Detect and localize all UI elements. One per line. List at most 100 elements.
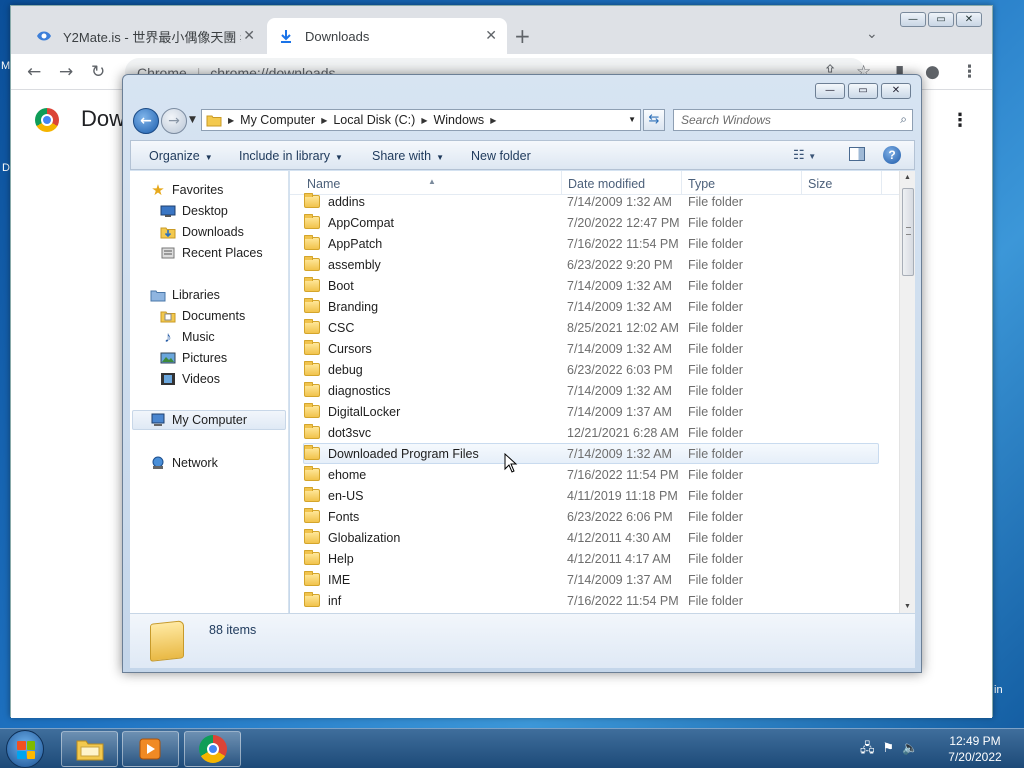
file-name: Globalization <box>328 530 401 545</box>
tab-downloads-close-icon[interactable]: ✕ <box>485 27 497 44</box>
column-date-modified[interactable]: Date modified <box>568 177 645 191</box>
file-type: File folder <box>688 593 743 608</box>
scroll-grip-icon <box>906 227 911 235</box>
explorer-maximize-button[interactable]: ▭ <box>848 83 878 99</box>
change-view-icon[interactable]: ☷ ▼ <box>793 147 816 163</box>
recent-pages-dropdown-icon[interactable]: ▼ <box>189 115 196 125</box>
vertical-scrollbar[interactable]: ▲ ▼ <box>899 171 915 613</box>
folder-icon <box>304 424 320 439</box>
file-row[interactable]: CSC 8/25/2021 12:02 AM File folder <box>303 317 879 338</box>
column-type[interactable]: Type <box>688 177 715 191</box>
folder-icon <box>304 403 320 418</box>
chrome-maximize-button[interactable]: ▭ <box>928 12 954 27</box>
new-folder-button[interactable]: New folder <box>471 149 531 163</box>
nav-network[interactable]: Network <box>150 453 218 473</box>
scroll-down-arrow-icon[interactable]: ▼ <box>904 603 911 610</box>
downloads-menu-icon[interactable]: ⋮ <box>951 110 969 131</box>
back-button[interactable]: ← <box>133 108 159 134</box>
breadcrumb-separator-icon: ▶ <box>490 115 497 125</box>
taskbar-media-player-button[interactable] <box>122 731 179 767</box>
address-dropdown-icon[interactable]: ▼ <box>628 115 636 124</box>
forward-arrow-icon[interactable]: → <box>59 62 73 82</box>
include-in-library-label: Include in library <box>239 149 331 163</box>
breadcrumb-separator-icon: ▶ <box>421 115 428 125</box>
explorer-close-button[interactable]: ✕ <box>881 83 911 99</box>
file-row[interactable]: Fonts 6/23/2022 6:06 PM File folder <box>303 506 879 527</box>
nav-music[interactable]: ♪ Music <box>160 327 214 347</box>
star-icon: ★ <box>151 182 165 199</box>
file-row[interactable]: debug 6/23/2022 6:03 PM File folder <box>303 359 879 380</box>
nav-favorites[interactable]: ★ Favorites <box>150 180 223 200</box>
y2mate-favicon-icon <box>35 27 53 45</box>
system-tray-icons[interactable]: 🖧⚑🔈 <box>860 739 926 761</box>
tab-y2mate[interactable]: Y2Mate.is - 世界最小偶像天團 # ✕ <box>25 18 265 54</box>
share-with-label: Share with <box>372 149 432 163</box>
file-row[interactable]: Cursors 7/14/2009 1:32 AM File folder <box>303 338 879 359</box>
nav-recent-places[interactable]: Recent Places <box>160 243 263 263</box>
file-row[interactable]: assembly 6/23/2022 9:20 PM File folder <box>303 254 879 275</box>
file-row[interactable]: ehome 7/16/2022 11:54 PM File folder <box>303 464 879 485</box>
nav-pictures[interactable]: Pictures <box>160 348 227 368</box>
breadcrumb-windows[interactable]: Windows <box>433 113 484 127</box>
profile-avatar-icon[interactable]: ● <box>925 62 940 82</box>
help-icon[interactable]: ? <box>883 146 901 164</box>
file-row[interactable]: Branding 7/14/2009 1:32 AM File folder <box>303 296 879 317</box>
file-row[interactable]: inf 7/16/2022 11:54 PM File folder <box>303 590 879 611</box>
file-row[interactable]: addins 7/14/2009 1:32 AM File folder <box>303 191 879 212</box>
chrome-minimize-button[interactable]: — <box>900 12 926 27</box>
file-row[interactable]: dot3svc 12/21/2021 6:28 AM File folder <box>303 422 879 443</box>
taskbar-clock[interactable]: 12:49 PM 7/20/2022 <box>940 733 1010 765</box>
nav-documents[interactable]: Documents <box>160 306 245 326</box>
file-row[interactable]: Boot 7/14/2009 1:32 AM File folder <box>303 275 879 296</box>
back-arrow-icon[interactable]: ← <box>27 62 41 82</box>
file-row[interactable]: Globalization 4/12/2011 4:30 AM File folde… <box>303 527 879 548</box>
folder-icon <box>304 340 320 355</box>
file-row[interactable]: Help 4/12/2011 4:17 AM File folder <box>303 548 879 569</box>
tab-search-chevron-icon[interactable]: ⌄ <box>866 26 878 42</box>
column-name[interactable]: Name <box>307 177 340 191</box>
file-row[interactable]: AppCompat 7/20/2022 12:47 PM File folder <box>303 212 879 233</box>
file-date-modified: 7/14/2009 1:32 AM <box>567 278 672 293</box>
tab-y2mate-close-icon[interactable]: ✕ <box>243 27 255 44</box>
start-button[interactable] <box>6 730 44 768</box>
scrollbar-thumb[interactable] <box>902 188 914 276</box>
media-player-icon <box>139 738 160 760</box>
preview-pane-icon[interactable] <box>849 147 865 161</box>
forward-button[interactable]: → <box>161 108 187 134</box>
file-row[interactable]: DigitalLocker 7/14/2009 1:37 AM File folde… <box>303 401 879 422</box>
download-arrow-icon <box>277 27 295 45</box>
taskbar-explorer-button[interactable] <box>61 731 118 767</box>
share-with-button[interactable]: Share with ▼ <box>372 149 444 163</box>
address-bar[interactable]: ▶ My Computer ▶ Local Disk (C:) ▶ Window… <box>201 109 641 131</box>
file-type: File folder <box>688 257 743 272</box>
nav-downloads[interactable]: Downloads <box>160 222 244 242</box>
taskbar-chrome-button[interactable] <box>184 731 241 767</box>
file-row[interactable]: Downloaded Program Files 7/14/2009 1:32 A… <box>303 443 879 464</box>
reload-icon[interactable]: ↻ <box>91 62 105 82</box>
nav-desktop[interactable]: Desktop <box>160 201 228 221</box>
tab-downloads[interactable]: Downloads ✕ <box>267 18 507 54</box>
chrome-menu-icon[interactable]: ⋮ <box>961 62 978 82</box>
breadcrumb-local-disk[interactable]: Local Disk (C:) <box>333 113 415 127</box>
organize-button[interactable]: Organize ▼ <box>149 149 213 163</box>
breadcrumb-my-computer[interactable]: My Computer <box>240 113 315 127</box>
file-row[interactable]: IME 7/14/2009 1:37 AM File folder <box>303 569 879 590</box>
chrome-close-button[interactable]: ✕ <box>956 12 982 27</box>
column-size[interactable]: Size <box>808 177 832 191</box>
file-row[interactable]: en-US 4/11/2019 11:18 PM File folder <box>303 485 879 506</box>
new-tab-button[interactable]: + <box>514 24 531 48</box>
search-input[interactable]: Search Windows ⌕ <box>673 109 913 131</box>
refresh-button[interactable]: ⇆ <box>643 109 665 131</box>
large-folder-icon <box>150 620 184 662</box>
scroll-up-arrow-icon[interactable]: ▲ <box>904 174 911 181</box>
nav-my-computer[interactable]: My Computer <box>132 410 286 430</box>
column-divider[interactable] <box>881 171 882 195</box>
file-row[interactable]: AppPatch 7/16/2022 11:54 PM File folder <box>303 233 879 254</box>
file-row[interactable]: diagnostics 7/14/2009 1:32 AM File folder <box>303 380 879 401</box>
command-bar: Organize ▼ Include in library ▼ Share with… <box>130 140 915 170</box>
include-in-library-button[interactable]: Include in library ▼ <box>239 149 343 163</box>
explorer-minimize-button[interactable]: — <box>815 83 845 99</box>
chrome-window-controls: — ▭ ✕ <box>898 12 982 28</box>
nav-videos[interactable]: Videos <box>160 369 220 389</box>
nav-libraries[interactable]: Libraries <box>150 285 220 305</box>
